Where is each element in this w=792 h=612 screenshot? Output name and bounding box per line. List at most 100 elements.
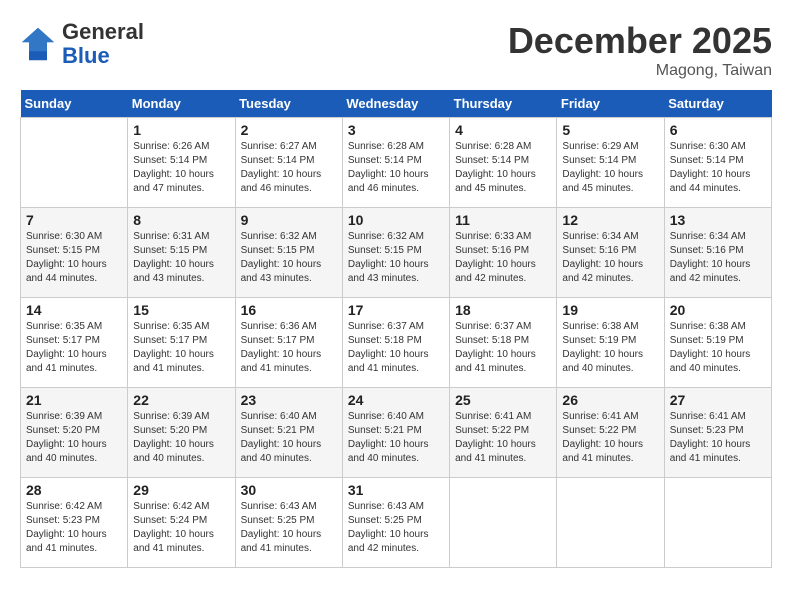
day-info: Sunrise: 6:40 AM Sunset: 5:21 PM Dayligh… <box>348 410 444 466</box>
weekday-header-saturday: Saturday <box>664 90 771 118</box>
day-info: Sunrise: 6:43 AM Sunset: 5:25 PM Dayligh… <box>241 500 337 556</box>
day-info: Sunrise: 6:26 AM Sunset: 5:14 PM Dayligh… <box>133 140 229 196</box>
day-number: 5 <box>562 122 658 138</box>
day-info: Sunrise: 6:38 AM Sunset: 5:19 PM Dayligh… <box>562 320 658 376</box>
calendar-cell: 26 Sunrise: 6:41 AM Sunset: 5:22 PM Dayli… <box>557 388 664 478</box>
weekday-header-wednesday: Wednesday <box>342 90 449 118</box>
month-title: December 2025 <box>508 20 772 62</box>
day-number: 10 <box>348 212 444 228</box>
calendar-cell: 28Sunrise: 6:42 AM Sunset: 5:23 PM Dayli… <box>21 478 128 568</box>
weekday-header-tuesday: Tuesday <box>235 90 342 118</box>
day-info: Sunrise: 6:38 AM Sunset: 5:19 PM Dayligh… <box>670 320 766 376</box>
calendar-cell: 17Sunrise: 6:37 AM Sunset: 5:18 PM Dayli… <box>342 298 449 388</box>
day-info: Sunrise: 6:34 AM Sunset: 5:16 PM Dayligh… <box>670 230 766 286</box>
calendar-cell: 24 Sunrise: 6:40 AM Sunset: 5:21 PM Dayli… <box>342 388 449 478</box>
calendar-table: SundayMondayTuesdayWednesdayThursdayFrid… <box>20 90 772 568</box>
calendar-cell: 20 Sunrise: 6:38 AM Sunset: 5:19 PM Dayli… <box>664 298 771 388</box>
calendar-cell: 11 Sunrise: 6:33 AM Sunset: 5:16 PM Dayli… <box>450 208 557 298</box>
calendar-cell: 5 Sunrise: 6:29 AM Sunset: 5:14 PM Daylig… <box>557 118 664 208</box>
calendar-cell: 19 Sunrise: 6:38 AM Sunset: 5:19 PM Dayli… <box>557 298 664 388</box>
calendar-cell: 29 Sunrise: 6:42 AM Sunset: 5:24 PM Dayli… <box>128 478 235 568</box>
day-number: 13 <box>670 212 766 228</box>
calendar-cell: 23 Sunrise: 6:40 AM Sunset: 5:21 PM Dayli… <box>235 388 342 478</box>
day-number: 8 <box>133 212 229 228</box>
day-info: Sunrise: 6:41 AM Sunset: 5:22 PM Dayligh… <box>455 410 551 466</box>
day-number: 25 <box>455 392 551 408</box>
day-number: 11 <box>455 212 551 228</box>
day-number: 24 <box>348 392 444 408</box>
calendar-week-4: 21 Sunrise: 6:39 AM Sunset: 5:20 PM Dayli… <box>21 388 772 478</box>
day-number: 4 <box>455 122 551 138</box>
day-number: 16 <box>241 302 337 318</box>
calendar-cell: 1 Sunrise: 6:26 AM Sunset: 5:14 PM Daylig… <box>128 118 235 208</box>
day-info: Sunrise: 6:30 AM Sunset: 5:15 PM Dayligh… <box>26 230 122 286</box>
day-info: Sunrise: 6:32 AM Sunset: 5:15 PM Dayligh… <box>348 230 444 286</box>
logo-icon <box>20 26 56 62</box>
day-info: Sunrise: 6:40 AM Sunset: 5:21 PM Dayligh… <box>241 410 337 466</box>
page-header: General Blue December 2025 Magong, Taiwa… <box>20 20 772 80</box>
day-number: 27 <box>670 392 766 408</box>
day-info: Sunrise: 6:42 AM Sunset: 5:24 PM Dayligh… <box>133 500 229 556</box>
day-number: 22 <box>133 392 229 408</box>
day-number: 19 <box>562 302 658 318</box>
day-number: 29 <box>133 482 229 498</box>
calendar-week-3: 14 Sunrise: 6:35 AM Sunset: 5:17 PM Dayli… <box>21 298 772 388</box>
calendar-cell: 21Sunrise: 6:39 AM Sunset: 5:20 PM Dayli… <box>21 388 128 478</box>
weekday-header-thursday: Thursday <box>450 90 557 118</box>
calendar-cell: 3 Sunrise: 6:28 AM Sunset: 5:14 PM Daylig… <box>342 118 449 208</box>
day-number: 20 <box>670 302 766 318</box>
day-number: 23 <box>241 392 337 408</box>
calendar-cell: 12Sunrise: 6:34 AM Sunset: 5:16 PM Dayli… <box>557 208 664 298</box>
day-number: 6 <box>670 122 766 138</box>
day-number: 15 <box>133 302 229 318</box>
calendar-cell: 8Sunrise: 6:31 AM Sunset: 5:15 PM Daylig… <box>128 208 235 298</box>
calendar-cell <box>21 118 128 208</box>
logo-text: General Blue <box>62 20 144 68</box>
calendar-cell: 27 Sunrise: 6:41 AM Sunset: 5:23 PM Dayli… <box>664 388 771 478</box>
calendar-cell: 31Sunrise: 6:43 AM Sunset: 5:25 PM Dayli… <box>342 478 449 568</box>
day-info: Sunrise: 6:33 AM Sunset: 5:16 PM Dayligh… <box>455 230 551 286</box>
calendar-cell: 25 Sunrise: 6:41 AM Sunset: 5:22 PM Dayli… <box>450 388 557 478</box>
weekday-header-sunday: Sunday <box>21 90 128 118</box>
day-number: 1 <box>133 122 229 138</box>
day-info: Sunrise: 6:27 AM Sunset: 5:14 PM Dayligh… <box>241 140 337 196</box>
calendar-cell: 4 Sunrise: 6:28 AM Sunset: 5:14 PM Daylig… <box>450 118 557 208</box>
day-number: 30 <box>241 482 337 498</box>
day-info: Sunrise: 6:36 AM Sunset: 5:17 PM Dayligh… <box>241 320 337 376</box>
calendar-week-5: 28Sunrise: 6:42 AM Sunset: 5:23 PM Dayli… <box>21 478 772 568</box>
day-number: 17 <box>348 302 444 318</box>
day-info: Sunrise: 6:35 AM Sunset: 5:17 PM Dayligh… <box>26 320 122 376</box>
calendar-cell: 15Sunrise: 6:35 AM Sunset: 5:17 PM Dayli… <box>128 298 235 388</box>
calendar-cell: 6 Sunrise: 6:30 AM Sunset: 5:14 PM Daylig… <box>664 118 771 208</box>
day-info: Sunrise: 6:28 AM Sunset: 5:14 PM Dayligh… <box>455 140 551 196</box>
logo-blue-text: Blue <box>62 43 110 68</box>
day-info: Sunrise: 6:34 AM Sunset: 5:16 PM Dayligh… <box>562 230 658 286</box>
calendar-cell <box>557 478 664 568</box>
weekday-header-monday: Monday <box>128 90 235 118</box>
day-info: Sunrise: 6:29 AM Sunset: 5:14 PM Dayligh… <box>562 140 658 196</box>
calendar-cell: 7Sunrise: 6:30 AM Sunset: 5:15 PM Daylig… <box>21 208 128 298</box>
calendar-cell: 14 Sunrise: 6:35 AM Sunset: 5:17 PM Dayli… <box>21 298 128 388</box>
day-number: 2 <box>241 122 337 138</box>
day-number: 21 <box>26 392 122 408</box>
calendar-cell: 2 Sunrise: 6:27 AM Sunset: 5:14 PM Daylig… <box>235 118 342 208</box>
day-info: Sunrise: 6:41 AM Sunset: 5:22 PM Dayligh… <box>562 410 658 466</box>
day-number: 9 <box>241 212 337 228</box>
calendar-cell <box>664 478 771 568</box>
day-info: Sunrise: 6:43 AM Sunset: 5:25 PM Dayligh… <box>348 500 444 556</box>
calendar-cell: 30 Sunrise: 6:43 AM Sunset: 5:25 PM Dayli… <box>235 478 342 568</box>
title-block: December 2025 Magong, Taiwan <box>508 20 772 80</box>
day-info: Sunrise: 6:41 AM Sunset: 5:23 PM Dayligh… <box>670 410 766 466</box>
weekday-header-friday: Friday <box>557 90 664 118</box>
day-number: 3 <box>348 122 444 138</box>
day-number: 26 <box>562 392 658 408</box>
calendar-week-1: 1 Sunrise: 6:26 AM Sunset: 5:14 PM Daylig… <box>21 118 772 208</box>
weekday-header-row: SundayMondayTuesdayWednesdayThursdayFrid… <box>21 90 772 118</box>
day-info: Sunrise: 6:39 AM Sunset: 5:20 PM Dayligh… <box>133 410 229 466</box>
day-info: Sunrise: 6:28 AM Sunset: 5:14 PM Dayligh… <box>348 140 444 196</box>
day-info: Sunrise: 6:30 AM Sunset: 5:14 PM Dayligh… <box>670 140 766 196</box>
calendar-cell: 16 Sunrise: 6:36 AM Sunset: 5:17 PM Dayli… <box>235 298 342 388</box>
calendar-cell: 13 Sunrise: 6:34 AM Sunset: 5:16 PM Dayli… <box>664 208 771 298</box>
day-number: 14 <box>26 302 122 318</box>
calendar-cell: 18Sunrise: 6:37 AM Sunset: 5:18 PM Dayli… <box>450 298 557 388</box>
